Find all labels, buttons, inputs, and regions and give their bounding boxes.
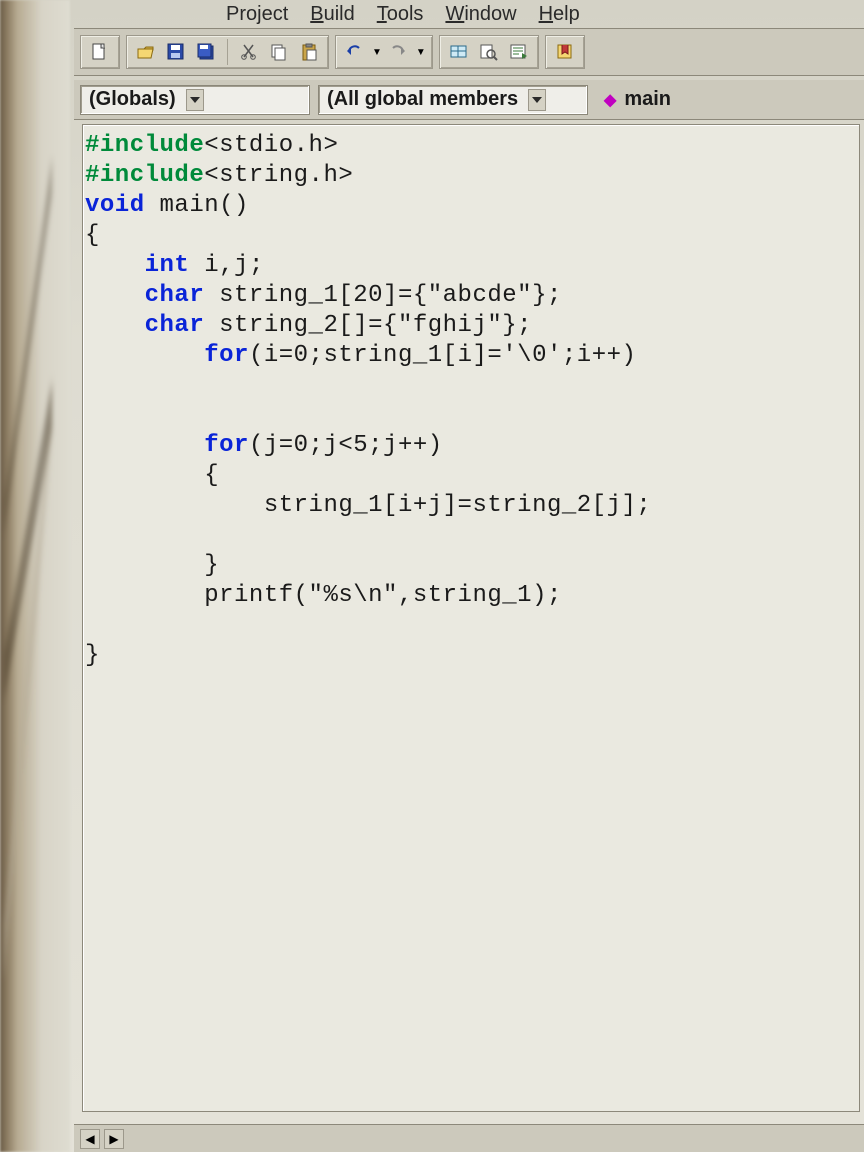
tab-strip: ◀ ▶ (74, 1124, 864, 1152)
menu-help[interactable]: Help (539, 3, 580, 26)
bookmark-icon[interactable] (552, 39, 578, 65)
undo-dropdown-icon[interactable]: ▼ (372, 47, 382, 58)
menu-build[interactable]: Build (310, 3, 354, 26)
scope-combo[interactable]: (Globals) (80, 85, 310, 115)
wizard-bar: (Globals) (All global members ◆ main (74, 80, 864, 120)
function-combo[interactable]: ◆ main (596, 85, 716, 115)
photo-edge (0, 0, 70, 1152)
chevron-down-icon[interactable] (528, 89, 546, 111)
copy-icon[interactable] (266, 39, 292, 65)
workspace-icon[interactable] (446, 39, 472, 65)
menu-tools[interactable]: Tools (377, 3, 424, 26)
code-content[interactable]: #include<stdio.h> #include<string.h> voi… (83, 125, 859, 677)
members-combo-label: (All global members (327, 88, 518, 111)
chevron-down-icon[interactable] (186, 89, 204, 111)
paste-icon[interactable] (296, 39, 322, 65)
diamond-icon: ◆ (604, 90, 616, 110)
find-icon[interactable] (476, 39, 502, 65)
scope-combo-label: (Globals) (89, 88, 176, 111)
find-in-files-icon[interactable] (506, 39, 532, 65)
members-combo[interactable]: (All global members (318, 85, 588, 115)
new-file-icon[interactable] (87, 39, 113, 65)
scroll-right-icon[interactable]: ▶ (104, 1129, 124, 1149)
menu-window[interactable]: Window (445, 3, 516, 26)
menu-project[interactable]: Project (226, 3, 288, 26)
scroll-left-icon[interactable]: ◀ (80, 1129, 100, 1149)
open-icon[interactable] (133, 39, 159, 65)
cut-icon[interactable] (236, 39, 262, 65)
menu-bar: Project Build Tools Window Help (220, 0, 864, 28)
undo-icon[interactable] (342, 39, 368, 65)
save-all-icon[interactable] (193, 39, 219, 65)
code-editor[interactable]: #include<stdio.h> #include<string.h> voi… (82, 124, 860, 1112)
redo-dropdown-icon[interactable]: ▼ (416, 47, 426, 58)
save-icon[interactable] (163, 39, 189, 65)
redo-icon[interactable] (386, 39, 412, 65)
function-combo-label: main (624, 88, 671, 111)
main-toolbar: ▼ ▼ (74, 28, 864, 76)
